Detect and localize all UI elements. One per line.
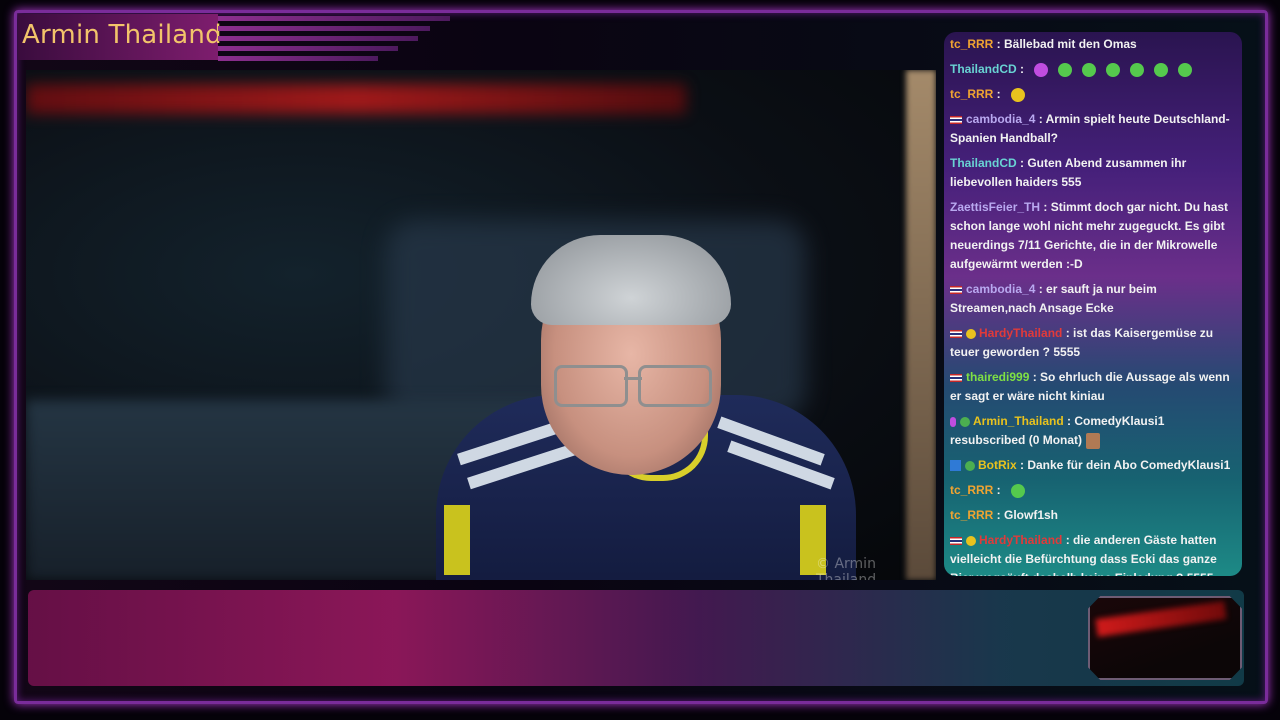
emote-icon bbox=[1058, 62, 1073, 77]
chat-message: ThailandCD : Guten Abend zusammen ihr li… bbox=[944, 151, 1242, 195]
verified-badge-icon bbox=[960, 416, 970, 427]
thai-flag-icon bbox=[950, 329, 962, 338]
chat-username[interactable]: Armin_Thailand bbox=[973, 414, 1064, 428]
emote-icon bbox=[1178, 62, 1193, 77]
emote-icon bbox=[1034, 62, 1049, 77]
chat-username[interactable]: tc_RRR bbox=[950, 483, 993, 497]
mini-camera bbox=[1088, 596, 1242, 680]
chat-message: HardyThailand : die anderen Gäste hatten… bbox=[944, 528, 1242, 576]
decor-stripe bbox=[218, 46, 398, 51]
emote-icon bbox=[1130, 62, 1145, 77]
bottom-bar bbox=[28, 590, 1244, 686]
chat-username[interactable]: tc_RRR bbox=[950, 87, 993, 101]
sub-emote-icon bbox=[1086, 432, 1101, 449]
chat-panel[interactable]: tc_RRR : Bällebad mit den Omas ThailandCD… bbox=[944, 32, 1242, 576]
chat-text: : bbox=[993, 483, 1001, 497]
chat-message: ThailandCD : bbox=[944, 57, 1242, 82]
thai-flag-icon bbox=[950, 285, 962, 294]
chat-text: : bbox=[993, 87, 1001, 101]
chat-message: HardyThailand : ist das Kaisergemüse zu … bbox=[944, 321, 1242, 365]
chat-username[interactable]: ThailandCD bbox=[950, 62, 1017, 76]
chat-message: tc_RRR : Bällebad mit den Omas bbox=[944, 32, 1242, 57]
chat-username[interactable]: ZaettisFeier_TH bbox=[950, 200, 1040, 214]
chat-text: : Glowf1sh bbox=[993, 508, 1059, 522]
chat-username[interactable]: tc_RRR bbox=[950, 37, 993, 51]
chat-message: tc_RRR : bbox=[944, 478, 1242, 503]
chat-message: thairedi999 : So ehrluch die Aussage als… bbox=[944, 365, 1242, 409]
chat-message: cambodia_4 : er sauft ja nur beim Stream… bbox=[944, 277, 1242, 321]
chat-username[interactable]: cambodia_4 bbox=[966, 112, 1035, 126]
chat-text: : Danke für dein Abo ComedyKlausi1 bbox=[1016, 458, 1231, 472]
emote-icon bbox=[1010, 483, 1025, 498]
stream-title: Armin Thailand bbox=[22, 20, 222, 50]
webcam-video: © Armin Thailand bbox=[26, 70, 936, 580]
decor-stripe bbox=[218, 36, 418, 41]
decor-stripe bbox=[218, 26, 430, 31]
chat-message: tc_RRR : bbox=[944, 82, 1242, 107]
chat-text: : bbox=[1016, 62, 1025, 76]
chat-username[interactable]: HardyThailand bbox=[979, 533, 1062, 547]
chat-username[interactable]: ThailandCD bbox=[950, 156, 1017, 170]
chat-message: BotRix : Danke für dein Abo ComedyKlausi… bbox=[944, 453, 1242, 478]
bot-badge-icon bbox=[950, 460, 961, 472]
emote-icon bbox=[1106, 62, 1121, 77]
subscriber-badge-icon bbox=[950, 416, 956, 427]
thai-flag-icon bbox=[950, 115, 962, 124]
emote-icon bbox=[1082, 62, 1097, 77]
chat-username[interactable]: cambodia_4 bbox=[966, 282, 1035, 296]
decor-stripe bbox=[218, 16, 450, 21]
streamer bbox=[406, 165, 866, 580]
decor-stripe bbox=[218, 56, 378, 61]
chat-message: Armin_Thailand : ComedyKlausi1 resubscri… bbox=[944, 409, 1242, 453]
background-door bbox=[906, 70, 936, 580]
verified-badge-icon bbox=[965, 460, 975, 471]
chat-message: cambodia_4 : Armin spielt heute Deutschl… bbox=[944, 107, 1242, 151]
thai-flag-icon bbox=[950, 373, 962, 382]
chat-message: ZaettisFeier_TH : Stimmt doch gar nicht.… bbox=[944, 195, 1242, 277]
emote-icon bbox=[1154, 62, 1169, 77]
chat-username[interactable]: HardyThailand bbox=[979, 326, 1062, 340]
emote-icon bbox=[1010, 87, 1025, 102]
background-light bbox=[26, 84, 686, 114]
chat-username[interactable]: tc_RRR bbox=[950, 508, 993, 522]
chat-username[interactable]: BotRix bbox=[978, 458, 1017, 472]
thai-flag-icon bbox=[950, 536, 962, 545]
hair bbox=[531, 235, 731, 325]
chat-message: tc_RRR : Glowf1sh bbox=[944, 503, 1242, 528]
chat-username[interactable]: thairedi999 bbox=[966, 370, 1029, 384]
watermark: © Armin Thailand bbox=[816, 556, 877, 580]
glasses bbox=[554, 365, 712, 407]
chat-text: : Bällebad mit den Omas bbox=[993, 37, 1137, 51]
warning-badge-icon bbox=[966, 535, 976, 546]
warning-badge-icon bbox=[966, 328, 976, 339]
